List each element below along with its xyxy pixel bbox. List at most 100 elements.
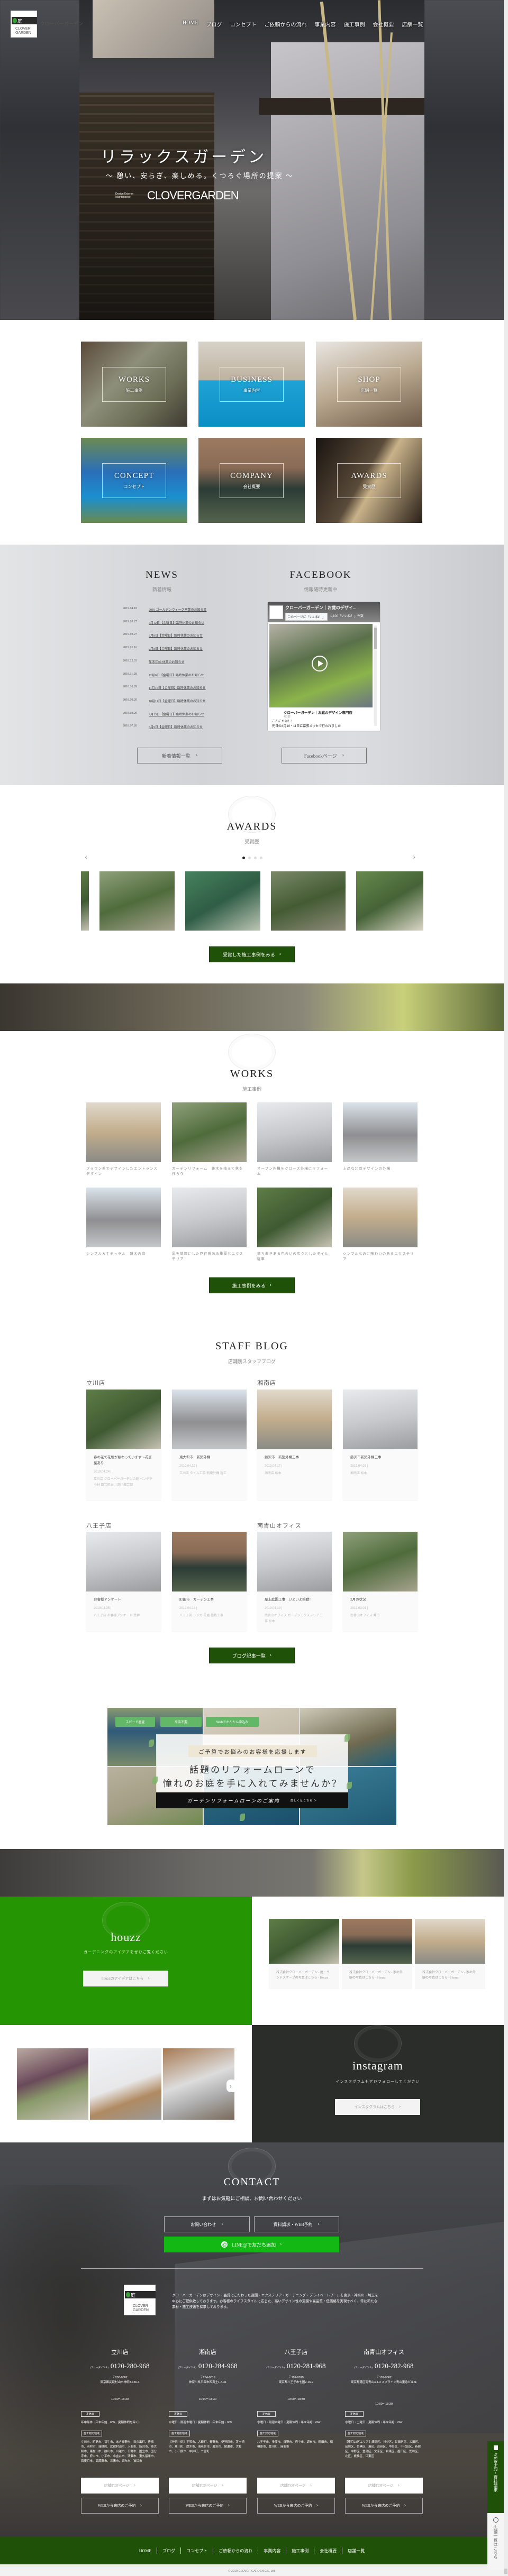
store-web-reserve-button[interactable]: WEBから来店のご予約 › — [257, 2498, 335, 2514]
carousel-dot[interactable] — [242, 857, 245, 859]
news-link[interactable]: 9月13日【金曜日】臨時休業のお知らせ — [149, 712, 204, 716]
work-image[interactable] — [172, 1188, 247, 1247]
tile-company[interactable]: COMPANY 会社概要 — [198, 438, 305, 523]
facebook-widget[interactable]: クローバーガーデン｜お庭のデザイ... このページに「いいね！」 1,100「い… — [268, 602, 380, 731]
reform-loan-banner[interactable]: スピード審査 来店不要 Webでかんたん申込み ご予算でお悩みのお客様を応援しま… — [107, 1708, 396, 1825]
work-image[interactable] — [86, 1102, 161, 1162]
page-scroll-thumb[interactable] — [504, 2569, 507, 2574]
request-reservation-button[interactable]: 資料請求・WEB予約 › — [254, 2216, 339, 2232]
facebook-scroll-thumb[interactable] — [374, 628, 377, 649]
footer-logo[interactable]: 庭 CLOVER GARDEN — [124, 2285, 156, 2315]
work-caption[interactable]: 黒を基調にした存在感ある重厚なエクステリア — [172, 1252, 247, 1262]
nav-item[interactable]: ブログ — [206, 20, 222, 28]
news-list-button[interactable]: 新着情報一覧 › — [137, 748, 222, 763]
instagram-photo[interactable] — [17, 2048, 88, 2120]
news-link[interactable]: 8月9日【金曜日】臨時休業のお知らせ — [149, 724, 203, 729]
carousel-dot[interactable] — [254, 857, 257, 859]
nav-item[interactable]: HOME — [183, 20, 198, 28]
blog-list-button[interactable]: ブログ記事一覧 › — [209, 1648, 295, 1663]
houzz-card[interactable]: 株式会社クローバーガーデン - 庭・ランドスケープの写真はこちら - Houzz — [269, 1919, 339, 1989]
store-web-reserve-button[interactable]: WEBから来店のご予約 › — [81, 2498, 159, 2514]
work-image[interactable] — [343, 1102, 418, 1162]
line-add-friend-button[interactable]: @ LINE@で友だち追加 › — [164, 2237, 339, 2252]
work-image[interactable] — [257, 1102, 332, 1162]
store-list-side-tab[interactable]: 店舗一覧はこちら — [487, 2513, 504, 2570]
news-link[interactable]: 3月8日【金曜日】臨時休業のお知らせ — [149, 633, 203, 638]
play-icon[interactable] — [312, 656, 328, 671]
instagram-button[interactable]: インスタグラムはこちら › — [335, 2099, 420, 2115]
nav-item[interactable]: 施工事例 — [343, 20, 365, 28]
work-caption[interactable]: シンプル＆ナチュラル 雑木の庭 — [86, 1252, 161, 1257]
blog-post-title[interactable]: 町田市 ガーデン工事 — [179, 1597, 239, 1603]
store-web-reserve-button[interactable]: WEBから来店のご予約 › — [345, 2498, 423, 2514]
blog-card[interactable]: 藤沢市新築外構工事 2019.04.03 | 湘南店 松本 — [343, 1390, 418, 1500]
facebook-page-name[interactable]: クローバーガーデン｜お庭のデザイ... — [285, 605, 357, 611]
footer-nav-item[interactable]: 事業内容 — [264, 2548, 280, 2554]
works-more-button[interactable]: 施工事例をみる › — [209, 1277, 295, 1293]
news-link[interactable]: 10月11日【金曜日】臨時休業のお知らせ — [149, 698, 206, 703]
footer-nav-item[interactable]: 店舗一覧 — [348, 2548, 365, 2554]
loan-more-link[interactable]: 詳しくはこちら ＞ — [291, 1799, 317, 1802]
loan-cta-bar[interactable]: ガーデンリフォームローンのご案内 詳しくはこちら ＞ — [156, 1792, 348, 1808]
carousel-next-icon[interactable]: › — [413, 852, 415, 862]
instagram-photo[interactable] — [163, 2048, 234, 2120]
inquiry-button[interactable]: お問い合わせ › — [164, 2216, 250, 2232]
nav-item[interactable]: コンセプト — [230, 20, 256, 28]
work-caption[interactable]: 落ち着きある色合いの広々としたタイル駐車 — [257, 1252, 332, 1262]
carousel-dot[interactable] — [248, 857, 251, 859]
houzz-button[interactable]: houzzのアイデアはこちら › — [83, 1971, 168, 1986]
work-caption[interactable]: ガーデンリフォーム 雑木を植えて林を作ろう — [172, 1166, 247, 1177]
web-reserve-side-tab[interactable]: WEB予約・資料請求 — [487, 2441, 504, 2513]
tile-business[interactable]: BUSINESS 事業内容 — [198, 342, 305, 427]
blog-card[interactable]: お客様アンケート 2019.04.25 | 八王子店 お客様アンケート 荒井 — [86, 1532, 161, 1631]
blog-post-title[interactable]: 藤沢市新築外構工事 — [350, 1455, 410, 1460]
award-slide-partial[interactable] — [81, 871, 89, 931]
blog-post-title[interactable]: 2月の状況 — [350, 1597, 410, 1603]
blog-card[interactable]: 屋上庭園工事 いよいよ始動！ 2019.04.19 | 南青山オフィス ガーデンエク… — [257, 1532, 332, 1631]
blog-card[interactable]: 町田市 ガーデン工事 2019.04.18 | 八王子店 レンガ 花壇 植栽工事 — [172, 1532, 247, 1631]
tile-works[interactable]: WORKS 施工事例 — [81, 342, 187, 427]
work-caption[interactable]: 上品な北欧デザインの外構 — [343, 1166, 418, 1172]
blog-post-title[interactable]: 屋上庭園工事 いよいよ始動！ — [265, 1597, 324, 1603]
carousel-dot[interactable] — [260, 857, 262, 859]
store-top-button[interactable]: 店舗TOPページ › — [345, 2478, 423, 2494]
work-image[interactable] — [343, 1188, 418, 1247]
nav-item[interactable]: 事業内容 — [314, 20, 335, 28]
blog-post-title[interactable]: 東大和市 新築外構 — [179, 1455, 239, 1460]
blog-card[interactable]: 春の花で花壇が賑わっています～花言葉あり 2019.04.24 | 立川店 クローバ… — [86, 1390, 161, 1500]
footer-nav-item[interactable]: HOME — [139, 2549, 152, 2553]
instagram-photo[interactable] — [90, 2048, 161, 2120]
news-link[interactable]: 年末年始 休業のお知らせ — [149, 659, 184, 664]
blog-post-title[interactable]: お客様アンケート — [94, 1597, 153, 1603]
news-link[interactable]: 2019 ゴールデンウィーク営業のお知らせ — [149, 607, 206, 612]
footer-nav-item[interactable]: ブログ — [162, 2548, 175, 2554]
award-slide[interactable] — [356, 871, 423, 931]
news-link[interactable]: 12月6日【金曜日】臨時休業のお知らせ — [149, 673, 204, 677]
houzz-card[interactable]: 株式会社クローバーガーデン - 家の外観の写真はこちら - Houzz — [342, 1919, 412, 1989]
work-image[interactable] — [86, 1188, 161, 1247]
store-top-button[interactable]: 店舗TOPページ › — [257, 2478, 335, 2494]
work-caption[interactable]: オープン外構をクローズ外構にリフォーム — [257, 1166, 332, 1177]
tile-concept[interactable]: CONCEPT コンセプト — [81, 438, 187, 523]
work-image[interactable] — [257, 1188, 332, 1247]
nav-item[interactable]: 会社概要 — [373, 20, 394, 28]
footer-nav-item[interactable]: ご依頼からの流れ — [219, 2548, 252, 2554]
store-top-button[interactable]: 店舗TOPページ › — [81, 2478, 159, 2494]
blog-card[interactable]: 2月の状況 2019.03.01 | 南青山オフィス 井出 — [343, 1532, 418, 1631]
work-caption[interactable]: シンプルなのに味わいのあるエクステリア — [343, 1252, 418, 1262]
facebook-video[interactable] — [269, 624, 373, 707]
instagram-next-icon[interactable]: › — [226, 2080, 235, 2092]
tile-awards[interactable]: AWARDS 受賞歴 — [316, 438, 422, 523]
tile-shop[interactable]: SHOP 店舗一覧 — [316, 342, 422, 427]
blog-post-title[interactable]: 藤沢市 新築外構工事 — [265, 1455, 324, 1460]
houzz-card[interactable]: 株式会社クローバーガーデン - 家の外観の写真はこちら - Houzz — [415, 1919, 485, 1989]
awards-works-button[interactable]: 受賞した施工事例をみる › — [209, 946, 295, 962]
nav-item[interactable]: ご依頼からの流れ — [264, 20, 306, 28]
award-slide[interactable] — [185, 871, 260, 931]
work-caption[interactable]: ブラウン系でデザインしたエントランスデザイン — [86, 1166, 161, 1177]
facebook-page-button[interactable]: Facebookページ › — [282, 748, 367, 763]
store-phone[interactable]: (フリーダイヤル) 0120-284-968 — [169, 2361, 247, 2371]
award-slide[interactable] — [99, 871, 175, 931]
site-logo[interactable]: 庭 CLOVER GARDEN — [11, 11, 37, 38]
store-web-reserve-button[interactable]: WEBから来店のご予約 › — [169, 2498, 247, 2514]
